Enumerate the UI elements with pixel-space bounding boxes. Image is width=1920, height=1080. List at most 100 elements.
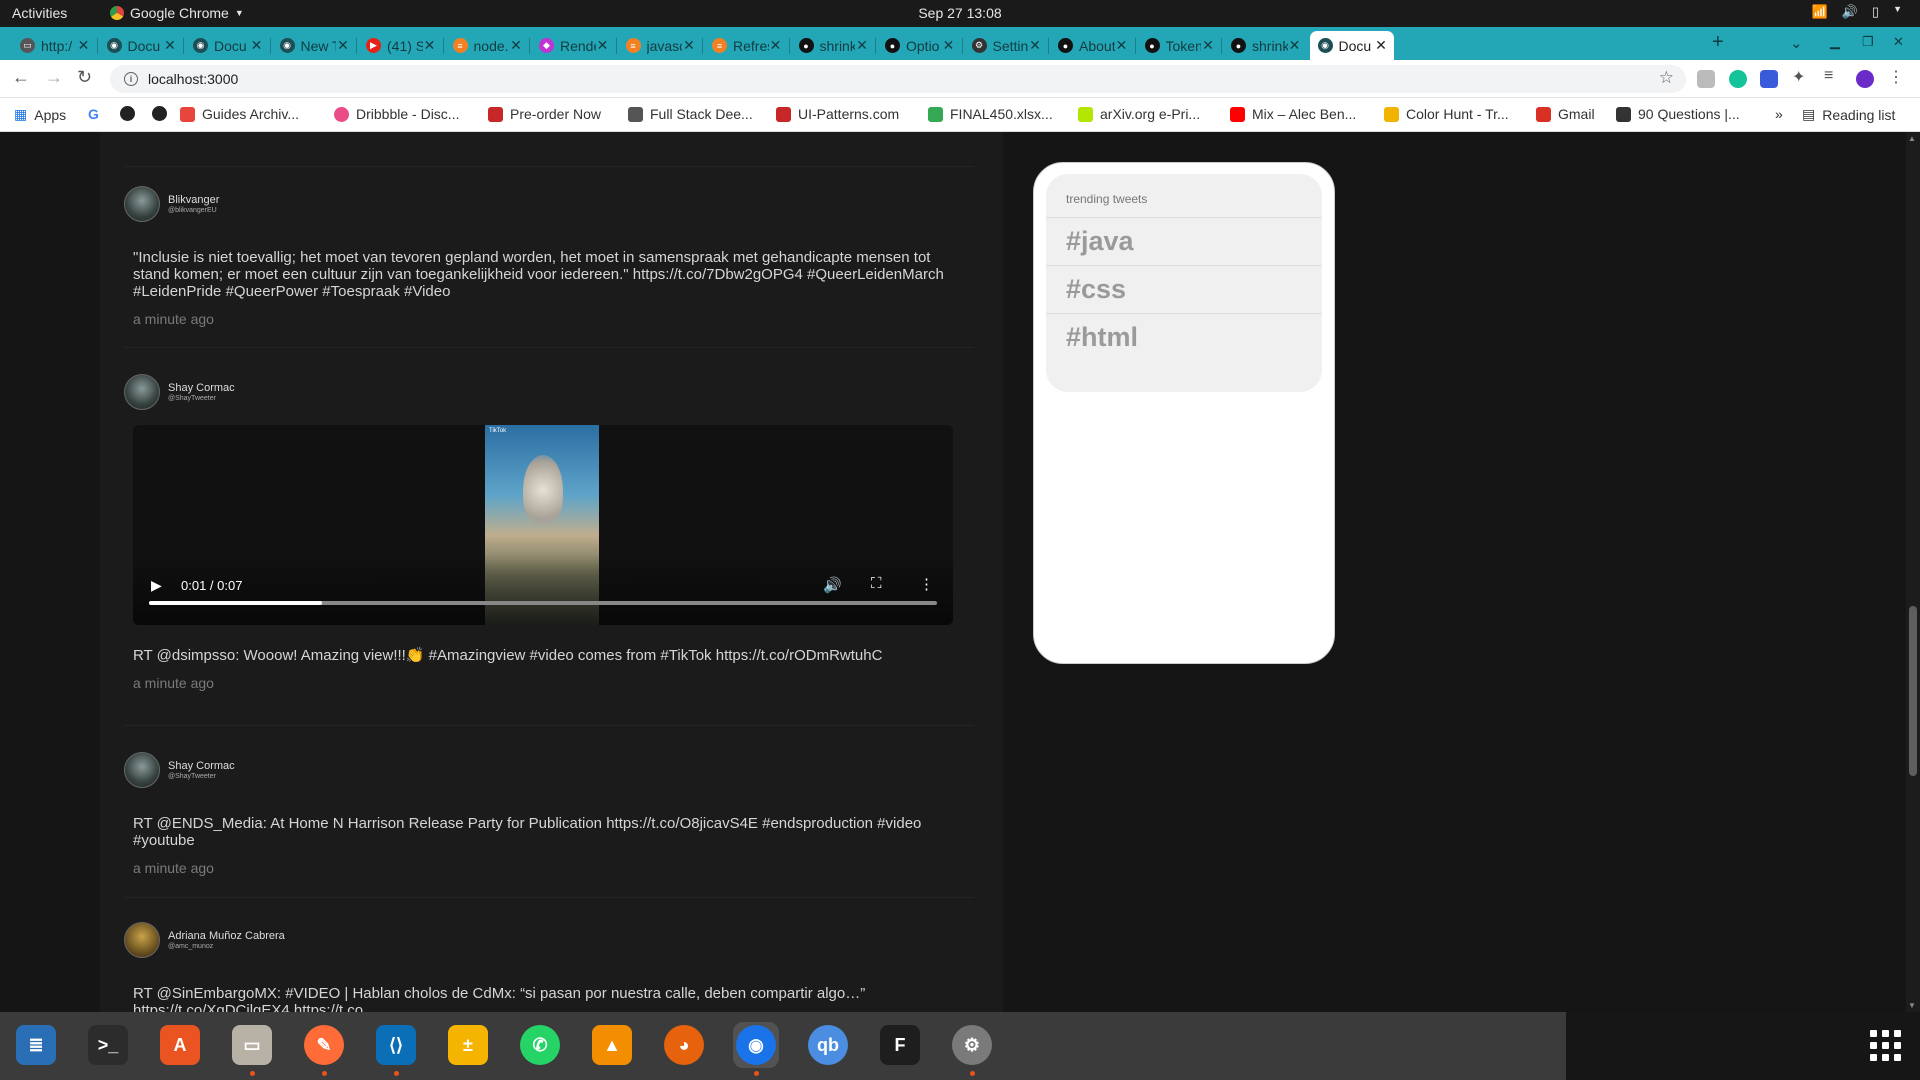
- tab-close-icon[interactable]: ✕: [1201, 37, 1215, 54]
- tab-close-icon[interactable]: ✕: [942, 37, 956, 54]
- grammarly-icon[interactable]: [1729, 70, 1747, 88]
- tab[interactable]: ▭ http:/✕: [12, 31, 97, 60]
- reload-button[interactable]: ↻: [77, 67, 92, 88]
- close-window-button[interactable]: ✕: [1893, 34, 1904, 50]
- tab[interactable]: ◉ Docu ✕: [185, 31, 270, 60]
- chrome-icon[interactable]: ◉: [733, 1022, 779, 1076]
- media-control-icon[interactable]: ≡: [1824, 67, 1842, 85]
- clock[interactable]: Sep 27 13:08: [0, 5, 1920, 21]
- activities-button[interactable]: Activities: [12, 5, 67, 21]
- bookmark-item[interactable]: Full Stack Dee...: [628, 106, 753, 122]
- tab-close-icon[interactable]: ✕: [250, 37, 264, 54]
- extension-icon[interactable]: [1760, 70, 1778, 88]
- bookmark-item[interactable]: Mix – Alec Ben...: [1230, 106, 1356, 122]
- forward-button[interactable]: →: [45, 67, 63, 88]
- video-progress-bar[interactable]: [149, 601, 937, 605]
- tab[interactable]: ⚙ Settin ✕: [964, 31, 1049, 60]
- tab[interactable]: ◉ Docu ✕: [1309, 31, 1394, 60]
- tab[interactable]: ≡ Refres✕: [704, 31, 789, 60]
- avatar[interactable]: [124, 186, 160, 222]
- figma-icon[interactable]: F: [877, 1022, 923, 1068]
- tab-close-icon[interactable]: ✕: [682, 37, 696, 54]
- trending-item[interactable]: #java: [1046, 218, 1322, 266]
- tab[interactable]: ◉ Docu ✕: [99, 31, 184, 60]
- url-text[interactable]: localhost:3000: [148, 71, 238, 87]
- scrollbar-thumb[interactable]: [1909, 606, 1917, 776]
- play-icon[interactable]: ▶: [151, 577, 162, 594]
- google-bookmark[interactable]: G: [88, 106, 99, 122]
- bookmark-star-icon[interactable]: ☆: [1659, 68, 1674, 88]
- tab[interactable]: ● shrink ✕: [791, 31, 876, 60]
- info-icon[interactable]: i: [124, 72, 138, 86]
- tab-close-icon[interactable]: ✕: [509, 37, 523, 54]
- fullscreen-icon[interactable]: ⛶: [871, 575, 882, 592]
- tab[interactable]: ● About ✕: [1050, 31, 1135, 60]
- extension-bug-icon[interactable]: [1697, 70, 1715, 88]
- tab-close-icon[interactable]: ✕: [1374, 37, 1388, 54]
- firefox-icon[interactable]: ◕: [661, 1022, 707, 1068]
- bookmark-apps[interactable]: ▦ Apps: [14, 106, 66, 123]
- show-apps-grid-icon[interactable]: [1870, 1030, 1902, 1062]
- menu-kebab-icon[interactable]: ⋮: [1888, 67, 1906, 86]
- more-options-icon[interactable]: ⋮: [919, 575, 934, 593]
- trending-item[interactable]: #css: [1046, 266, 1322, 314]
- puzzle-icon[interactable]: ✦: [1792, 67, 1810, 86]
- tab-close-icon[interactable]: ✕: [769, 37, 783, 54]
- avatar[interactable]: [124, 922, 160, 958]
- bookmark-item[interactable]: Guides Archiv...: [180, 106, 299, 122]
- address-bar[interactable]: i localhost:3000 ☆: [110, 65, 1686, 93]
- tab[interactable]: ◉ New T✕: [272, 31, 357, 60]
- profile-avatar[interactable]: [1856, 70, 1874, 88]
- tab[interactable]: ● shrink ✕: [1223, 31, 1308, 60]
- tab[interactable]: ◆ Rende✕: [531, 31, 616, 60]
- bookmark-icon-only[interactable]: [120, 106, 135, 121]
- calculator-icon[interactable]: ±: [445, 1022, 491, 1068]
- tab-close-icon[interactable]: ✕: [1028, 37, 1042, 54]
- text-editor-icon[interactable]: ≣: [13, 1022, 59, 1068]
- tab-close-icon[interactable]: ✕: [1115, 37, 1129, 54]
- tab-close-icon[interactable]: ✕: [855, 37, 869, 54]
- vscode-icon[interactable]: ⟨⟩: [373, 1022, 419, 1076]
- tab-close-icon[interactable]: ✕: [163, 37, 177, 54]
- system-tray[interactable]: 📶 🔊 ▯ ▼: [1812, 4, 1902, 20]
- bookmark-item[interactable]: Pre-order Now: [488, 106, 601, 122]
- restore-button[interactable]: ❐: [1862, 34, 1874, 50]
- tab[interactable]: ▶ (41) Su✕: [358, 31, 443, 60]
- vlc-icon[interactable]: ▲: [589, 1022, 635, 1068]
- tweet-author[interactable]: Blikvanger @blikvangerEU: [124, 186, 974, 222]
- terminal-icon[interactable]: >_: [85, 1022, 131, 1068]
- software-center-icon[interactable]: A: [157, 1022, 203, 1068]
- bookmark-item[interactable]: Color Hunt - Tr...: [1384, 106, 1509, 122]
- files-icon[interactable]: ▭: [229, 1022, 275, 1076]
- tab-close-icon[interactable]: ✕: [423, 37, 437, 54]
- bookmarks-overflow[interactable]: »: [1775, 106, 1783, 122]
- trending-item[interactable]: #html: [1046, 314, 1322, 362]
- minimize-button[interactable]: ▁: [1830, 34, 1840, 50]
- tweet-author[interactable]: Shay Cormac @ShayTweeter: [124, 374, 974, 410]
- new-tab-button[interactable]: +: [1712, 31, 1724, 54]
- app-menu[interactable]: Google Chrome ▼: [110, 5, 244, 21]
- tab[interactable]: ● Token ✕: [1137, 31, 1222, 60]
- tweet-author[interactable]: Shay Cormac @ShayTweeter: [124, 752, 974, 788]
- bookmark-item[interactable]: 90 Questions |...: [1616, 106, 1740, 122]
- tab-close-icon[interactable]: ✕: [596, 37, 610, 54]
- reading-list-button[interactable]: ▤ Reading list: [1802, 106, 1895, 123]
- tab-close-icon[interactable]: ✕: [77, 37, 91, 54]
- postman-icon[interactable]: ✎: [301, 1022, 347, 1076]
- tab-close-icon[interactable]: ✕: [1288, 37, 1302, 54]
- bookmark-icon-only[interactable]: [152, 106, 167, 121]
- scroll-up-icon[interactable]: ▲: [1908, 134, 1916, 143]
- scroll-down-icon[interactable]: ▼: [1908, 1001, 1916, 1010]
- tab[interactable]: ● Optio ✕: [877, 31, 962, 60]
- bookmark-item[interactable]: FINAL450.xlsx...: [928, 106, 1053, 122]
- back-button[interactable]: ←: [12, 67, 30, 88]
- volume-icon[interactable]: 🔊: [823, 576, 842, 594]
- tab[interactable]: ≡ javasc✕: [618, 31, 703, 60]
- bookmark-item[interactable]: arXiv.org e-Pri...: [1078, 106, 1200, 122]
- bookmark-item[interactable]: Gmail: [1536, 106, 1595, 122]
- avatar[interactable]: [124, 374, 160, 410]
- bookmark-item[interactable]: Dribbble - Disc...: [334, 106, 459, 122]
- settings-icon[interactable]: ⚙: [949, 1022, 995, 1076]
- page-scrollbar[interactable]: ▲ ▼: [1906, 132, 1920, 1012]
- tweet-author[interactable]: Adriana Muñoz Cabrera @amc_munoz: [124, 922, 974, 958]
